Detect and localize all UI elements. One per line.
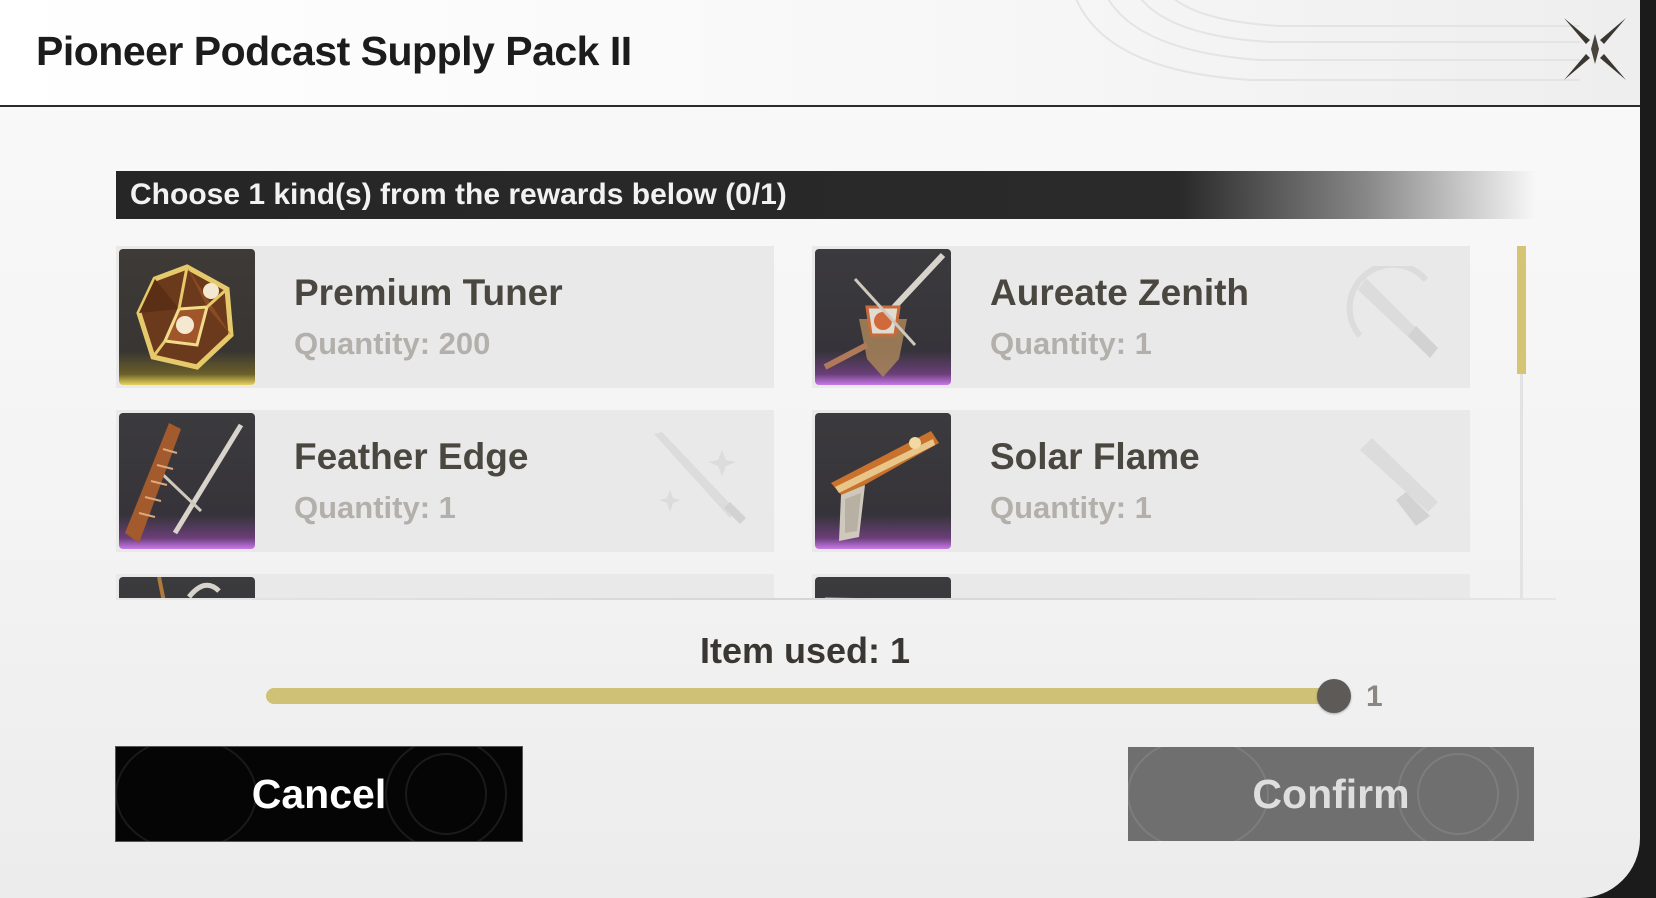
item-used-label: Item used: 1 (699, 630, 911, 671)
reward-quantity: Quantity: 1 (294, 490, 456, 525)
dialog-header: Pioneer Podcast Supply Pack II (0, 0, 1640, 107)
broadblade-weapon-icon (815, 249, 951, 385)
quantity-slider-knob[interactable] (1317, 679, 1351, 713)
cancel-button[interactable]: Cancel (115, 746, 523, 842)
reward-card-partial[interactable] (812, 574, 1470, 598)
weapon-icon (119, 577, 255, 598)
sword-weapon-icon (119, 413, 255, 549)
slider-max-value: 1 (1366, 680, 1383, 713)
confirm-button[interactable]: Confirm (1128, 747, 1534, 841)
cancel-label: Cancel (251, 771, 387, 817)
sword-type-icon (654, 432, 746, 524)
reward-list-scrollbar-thumb[interactable] (1517, 246, 1526, 374)
reward-quantity: Quantity: 1 (990, 490, 1152, 525)
reward-card-feather-edge[interactable]: Feather Edge Quantity: 1 (116, 410, 774, 552)
tuner-item-icon (119, 249, 255, 385)
reward-name: Premium Tuner (294, 272, 563, 313)
reward-card-solar-flame[interactable]: Solar Flame Quantity: 1 (812, 410, 1470, 552)
dialog-title: Pioneer Podcast Supply Pack II (36, 28, 632, 74)
reward-name: Feather Edge (294, 436, 529, 477)
reward-list: Premium Tuner Quantity: 200 Aureate Zeni… (116, 246, 1536, 598)
supply-pack-dialog: Pioneer Podcast Supply Pack II Choose 1 … (0, 0, 1640, 898)
pistol-weapon-icon (815, 413, 951, 549)
close-icon[interactable] (1560, 14, 1630, 84)
quantity-slider-track[interactable] (266, 688, 1334, 704)
reward-card-aureate-zenith[interactable]: Aureate Zenith Quantity: 1 (812, 246, 1470, 388)
broadblade-type-icon (1346, 266, 1438, 358)
reward-quantity: Quantity: 200 (294, 326, 491, 361)
reward-name: Solar Flame (990, 436, 1200, 477)
reward-card-premium-tuner[interactable]: Premium Tuner Quantity: 200 (116, 246, 774, 388)
confirm-label: Confirm (1252, 771, 1410, 817)
reward-name: Aureate Zenith (990, 272, 1250, 313)
selection-instruction: Choose 1 kind(s) from the rewards below … (116, 171, 1536, 219)
reward-card-partial[interactable] (116, 574, 774, 598)
reward-quantity: Quantity: 1 (990, 326, 1152, 361)
weapon-icon (815, 577, 951, 598)
list-divider (116, 598, 1556, 600)
header-decoration (1075, 0, 1580, 81)
pistol-type-icon (1360, 438, 1438, 526)
